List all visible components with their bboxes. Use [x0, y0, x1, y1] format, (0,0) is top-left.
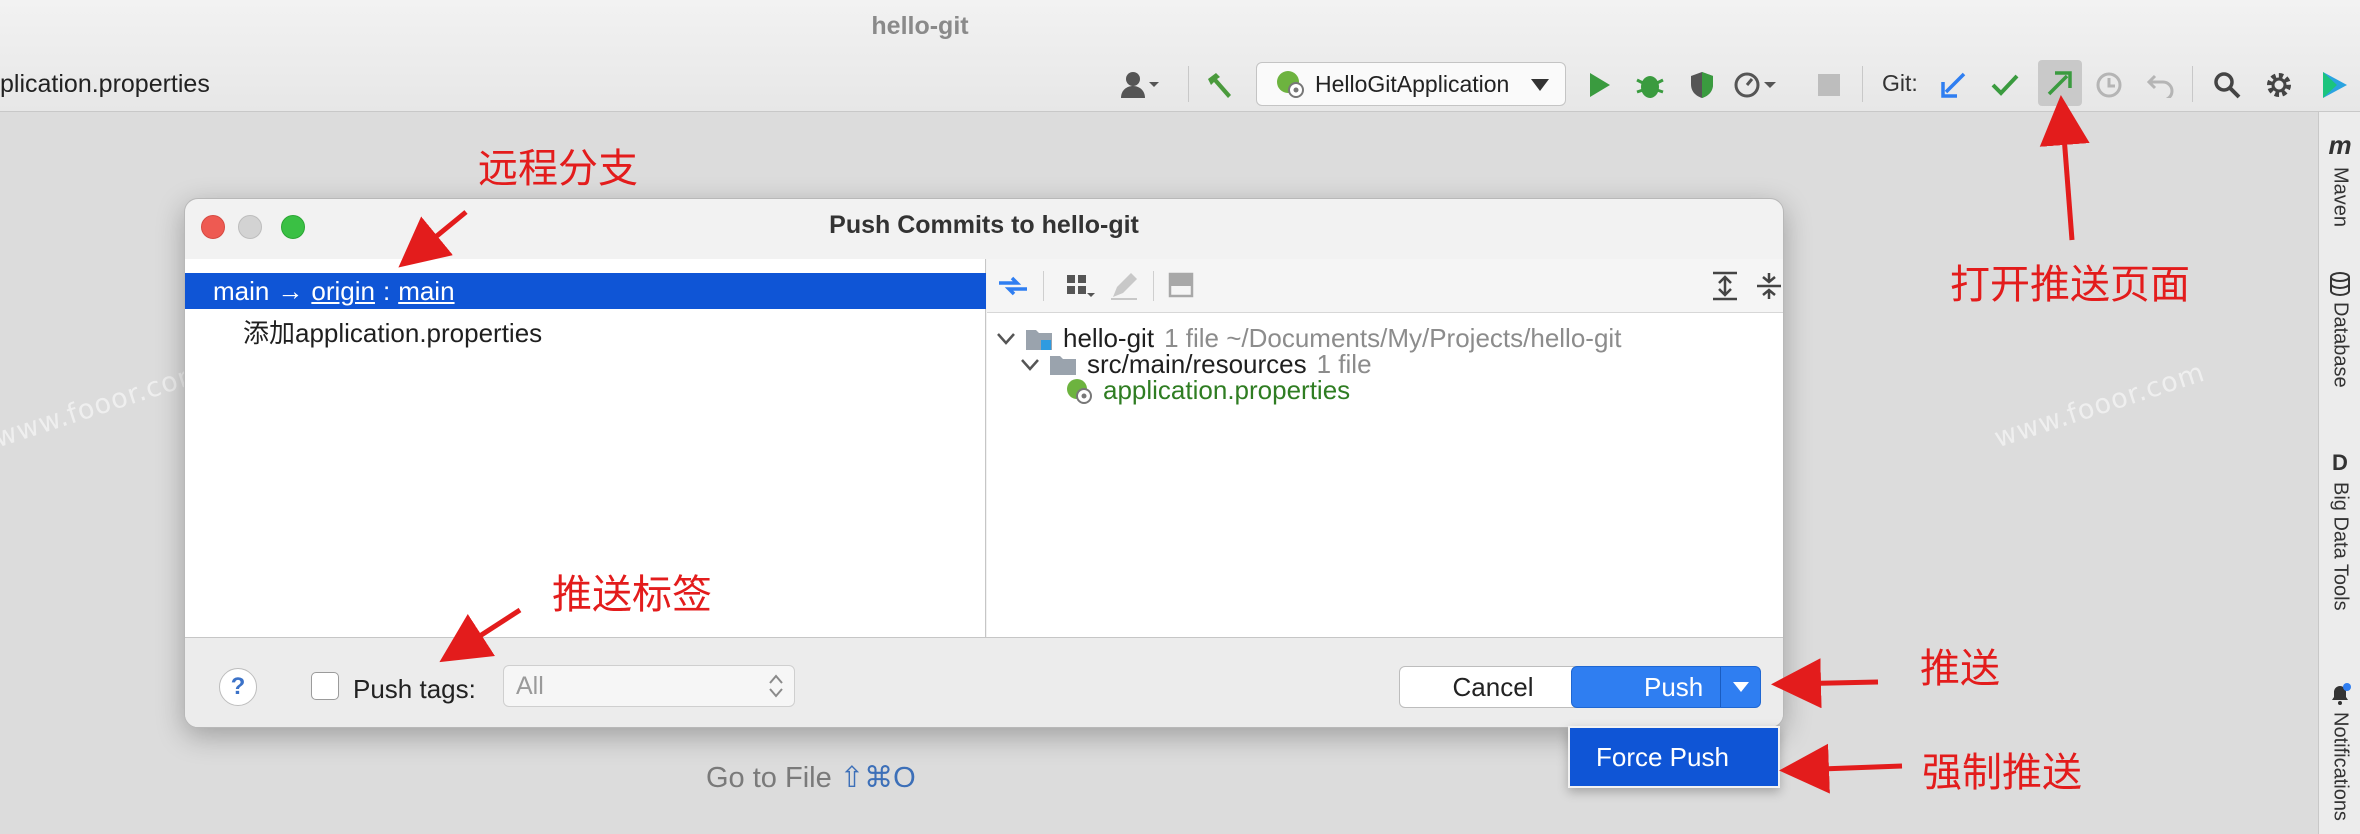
arrow-to-push-icon [2039, 95, 2090, 241]
annotation-arrows [398, 95, 2090, 794]
arrow-to-push-tags [439, 607, 522, 663]
arrow-to-force-push [1779, 743, 1903, 794]
arrow-to-branch [398, 210, 468, 268]
arrow-to-push-button [1771, 658, 1879, 709]
